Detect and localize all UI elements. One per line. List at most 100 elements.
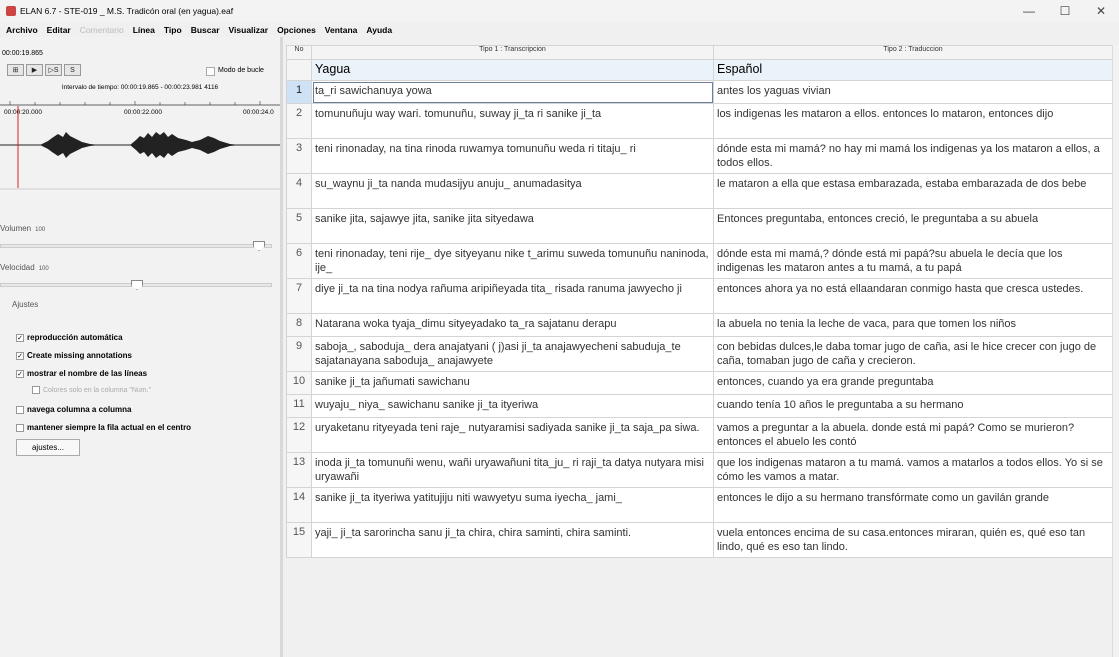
transcription-cell[interactable]: tomunuñuju way wari. tomunuñu, suway ji_… bbox=[311, 103, 714, 139]
menu-tipo[interactable]: Tipo bbox=[164, 25, 182, 35]
settings-button[interactable]: ajustes... bbox=[16, 439, 80, 456]
translation-cell[interactable]: le mataron a ella que estasa embarazada,… bbox=[713, 173, 1113, 209]
transcription-cell[interactable]: diye ji_ta na tina nodya rañuma aripiñey… bbox=[311, 278, 714, 314]
checkbox-icon[interactable] bbox=[16, 423, 24, 432]
translation-cell[interactable]: entonces, cuando ya era grande preguntab… bbox=[713, 371, 1113, 395]
menu-ventana[interactable]: Ventana bbox=[325, 25, 358, 35]
table-row[interactable]: 6 teni rinonaday, teni rije_ dye sityeyan… bbox=[286, 243, 1113, 279]
translation-cell[interactable]: dónde esta mi mamá,? dónde está mi papá?… bbox=[713, 243, 1113, 279]
checked-checkbox-icon[interactable]: ✓ bbox=[16, 333, 24, 342]
table-row[interactable]: 13 inoda ji_ta tomunuñi wenu, wañi uryawa… bbox=[286, 452, 1113, 488]
volume-slider[interactable] bbox=[0, 241, 272, 251]
vertical-scrollbar[interactable] bbox=[1112, 45, 1119, 657]
speed-slider[interactable] bbox=[0, 280, 272, 290]
play-selection-button[interactable]: ▷S bbox=[45, 64, 62, 76]
translation-cell[interactable]: vuela entonces encima de su casa.entonce… bbox=[713, 522, 1113, 558]
transcription-cell[interactable]: teni rinonaday, teni rije_ dye sityeyanu… bbox=[311, 243, 714, 279]
menu-opciones[interactable]: Opciones bbox=[277, 25, 316, 35]
settings-option[interactable]: mantener siempre la fila actual en el ce… bbox=[16, 423, 191, 432]
transcription-cell[interactable]: saboja_, saboduja_ dera anajatyani ( j)a… bbox=[311, 336, 714, 372]
menu-visualizar[interactable]: Visualizar bbox=[229, 25, 269, 35]
waveform-viewer[interactable]: 00:00:20.000 00:00:22.000 00:00:24.0 bbox=[0, 92, 280, 190]
selection-mode-button[interactable]: ⊞ bbox=[7, 64, 24, 76]
minimize-icon[interactable]: — bbox=[1011, 0, 1047, 22]
transcription-cell[interactable]: sanike jita, sajawye jita, sanike jita s… bbox=[311, 208, 714, 244]
menu-editar[interactable]: Editar bbox=[47, 25, 71, 35]
table-row[interactable]: 15 yaji_ ji_ta sarorincha sanu ji_ta chir… bbox=[286, 522, 1113, 558]
row-number[interactable]: 7 bbox=[286, 278, 312, 314]
row-number[interactable]: 8 bbox=[286, 313, 312, 337]
table-row[interactable]: 10 sanike ji_ta jañumati sawichanu entonce… bbox=[286, 371, 1113, 395]
table-row[interactable]: 4 su_waynu ji_ta nanda mudasijyu anuju_ a… bbox=[286, 173, 1113, 209]
panel-divider[interactable] bbox=[280, 37, 283, 657]
transcription-cell[interactable]: yaji_ ji_ta sarorincha sanu ji_ta chira,… bbox=[311, 522, 714, 558]
row-number[interactable]: 15 bbox=[286, 522, 312, 558]
maximize-icon[interactable]: ☐ bbox=[1047, 0, 1083, 22]
row-number[interactable]: 1 bbox=[286, 80, 312, 104]
translation-cell[interactable]: con bebidas dulces,le daba tomar jugo de… bbox=[713, 336, 1113, 372]
translation-cell[interactable]: cuando tenía 10 años le preguntaba a su … bbox=[713, 394, 1113, 418]
translation-cell[interactable]: vamos a preguntar a la abuela. donde est… bbox=[713, 417, 1113, 453]
settings-option[interactable]: ✓ Create missing annotations bbox=[16, 351, 132, 360]
column-header-translation[interactable]: Tipo 2 : Traduccion bbox=[713, 45, 1113, 60]
settings-option[interactable]: navega columna a columna bbox=[16, 405, 131, 414]
transcription-cell[interactable]: Natarana woka tyaja_dimu sityeyadako ta_… bbox=[311, 313, 714, 337]
translation-cell[interactable]: entonces le dijo a su hermano transfórma… bbox=[713, 487, 1113, 523]
table-row[interactable]: 12 uryaketanu rityeyada teni raje_ nutyar… bbox=[286, 417, 1113, 453]
menu-archivo[interactable]: Archivo bbox=[6, 25, 38, 35]
row-number[interactable]: 2 bbox=[286, 103, 312, 139]
transcription-cell[interactable]: teni rinonaday, na tina rinoda ruwamya t… bbox=[311, 138, 714, 174]
menu-comentario[interactable]: Comentario bbox=[80, 25, 124, 35]
settings-option[interactable]: Colores solo en la columna "Num." bbox=[32, 386, 151, 394]
row-number[interactable]: 13 bbox=[286, 452, 312, 488]
settings-option[interactable]: ✓ mostrar el nombre de las líneas bbox=[16, 369, 147, 378]
checkbox-icon[interactable] bbox=[32, 386, 40, 394]
menu-línea[interactable]: Línea bbox=[133, 25, 155, 35]
volume-slider-thumb[interactable] bbox=[253, 241, 265, 251]
transcription-cell[interactable]: ta_ri sawichanuya yowa bbox=[311, 80, 714, 104]
translation-cell[interactable]: antes los yaguas vivian bbox=[713, 80, 1113, 104]
translation-cell[interactable]: que los indigenas mataron a tu mamá. vam… bbox=[713, 452, 1113, 488]
checked-checkbox-icon[interactable]: ✓ bbox=[16, 351, 24, 360]
column-header-transcription[interactable]: Tipo 1 : Transcripcion bbox=[311, 45, 714, 60]
table-row[interactable]: 9 saboja_, saboduja_ dera anajatyani ( j)… bbox=[286, 336, 1113, 372]
transcription-cell[interactable]: wuyaju_ niya_ sawichanu sanike ji_ta ity… bbox=[311, 394, 714, 418]
row-number[interactable]: 12 bbox=[286, 417, 312, 453]
selection-button[interactable]: S bbox=[64, 64, 81, 76]
row-number[interactable]: 6 bbox=[286, 243, 312, 279]
table-row[interactable]: 11 wuyaju_ niya_ sawichanu sanike ji_ta i… bbox=[286, 394, 1113, 418]
row-number[interactable]: 3 bbox=[286, 138, 312, 174]
transcription-cell[interactable]: inoda ji_ta tomunuñi wenu, wañi uryawañu… bbox=[311, 452, 714, 488]
table-row[interactable]: 1 ta_ri sawichanuya yowa antes los yaguas … bbox=[286, 80, 1113, 104]
row-number[interactable]: 5 bbox=[286, 208, 312, 244]
table-row[interactable]: 14 sanike ji_ta ityeriwa yatitujiju niti … bbox=[286, 487, 1113, 523]
row-number[interactable]: 10 bbox=[286, 371, 312, 395]
row-number[interactable]: 14 bbox=[286, 487, 312, 523]
transcription-cell[interactable]: uryaketanu rityeyada teni raje_ nutyaram… bbox=[311, 417, 714, 453]
translation-cell[interactable]: entonces ahora ya no está ellaandaran co… bbox=[713, 278, 1113, 314]
table-row[interactable]: 2 tomunuñuju way wari. tomunuñu, suway ji… bbox=[286, 103, 1113, 139]
translation-cell[interactable]: dónde esta mi mamá? no hay mi mamá los i… bbox=[713, 138, 1113, 174]
transcription-cell[interactable]: su_waynu ji_ta nanda mudasijyu anuju_ an… bbox=[311, 173, 714, 209]
translation-cell[interactable]: la abuela no tenia la leche de vaca, par… bbox=[713, 313, 1113, 337]
play-button[interactable]: ▶ bbox=[26, 64, 43, 76]
checked-checkbox-icon[interactable]: ✓ bbox=[16, 369, 24, 378]
table-row[interactable]: 3 teni rinonaday, na tina rinoda ruwamya … bbox=[286, 138, 1113, 174]
menu-buscar[interactable]: Buscar bbox=[191, 25, 220, 35]
speed-slider-thumb[interactable] bbox=[131, 280, 143, 290]
column-header-number[interactable]: No bbox=[286, 45, 312, 60]
close-icon[interactable]: ✕ bbox=[1083, 0, 1119, 22]
settings-option[interactable]: ✓ reproducción automática bbox=[16, 333, 123, 342]
checkbox-icon[interactable] bbox=[16, 405, 24, 414]
translation-cell[interactable]: los indigenas les mataron a ellos. enton… bbox=[713, 103, 1113, 139]
table-row[interactable]: 5 sanike jita, sajawye jita, sanike jita … bbox=[286, 208, 1113, 244]
loop-mode-checkbox[interactable] bbox=[206, 67, 215, 76]
translation-cell[interactable]: Entonces preguntaba, entonces creció, le… bbox=[713, 208, 1113, 244]
menu-ayuda[interactable]: Ayuda bbox=[366, 25, 392, 35]
transcription-cell[interactable]: sanike ji_ta ityeriwa yatitujiju niti wa… bbox=[311, 487, 714, 523]
row-number[interactable]: 9 bbox=[286, 336, 312, 372]
row-number[interactable]: 11 bbox=[286, 394, 312, 418]
row-number[interactable]: 4 bbox=[286, 173, 312, 209]
table-row[interactable]: 7 diye ji_ta na tina nodya rañuma aripiñe… bbox=[286, 278, 1113, 314]
table-row[interactable]: 8 Natarana woka tyaja_dimu sityeyadako ta… bbox=[286, 313, 1113, 337]
